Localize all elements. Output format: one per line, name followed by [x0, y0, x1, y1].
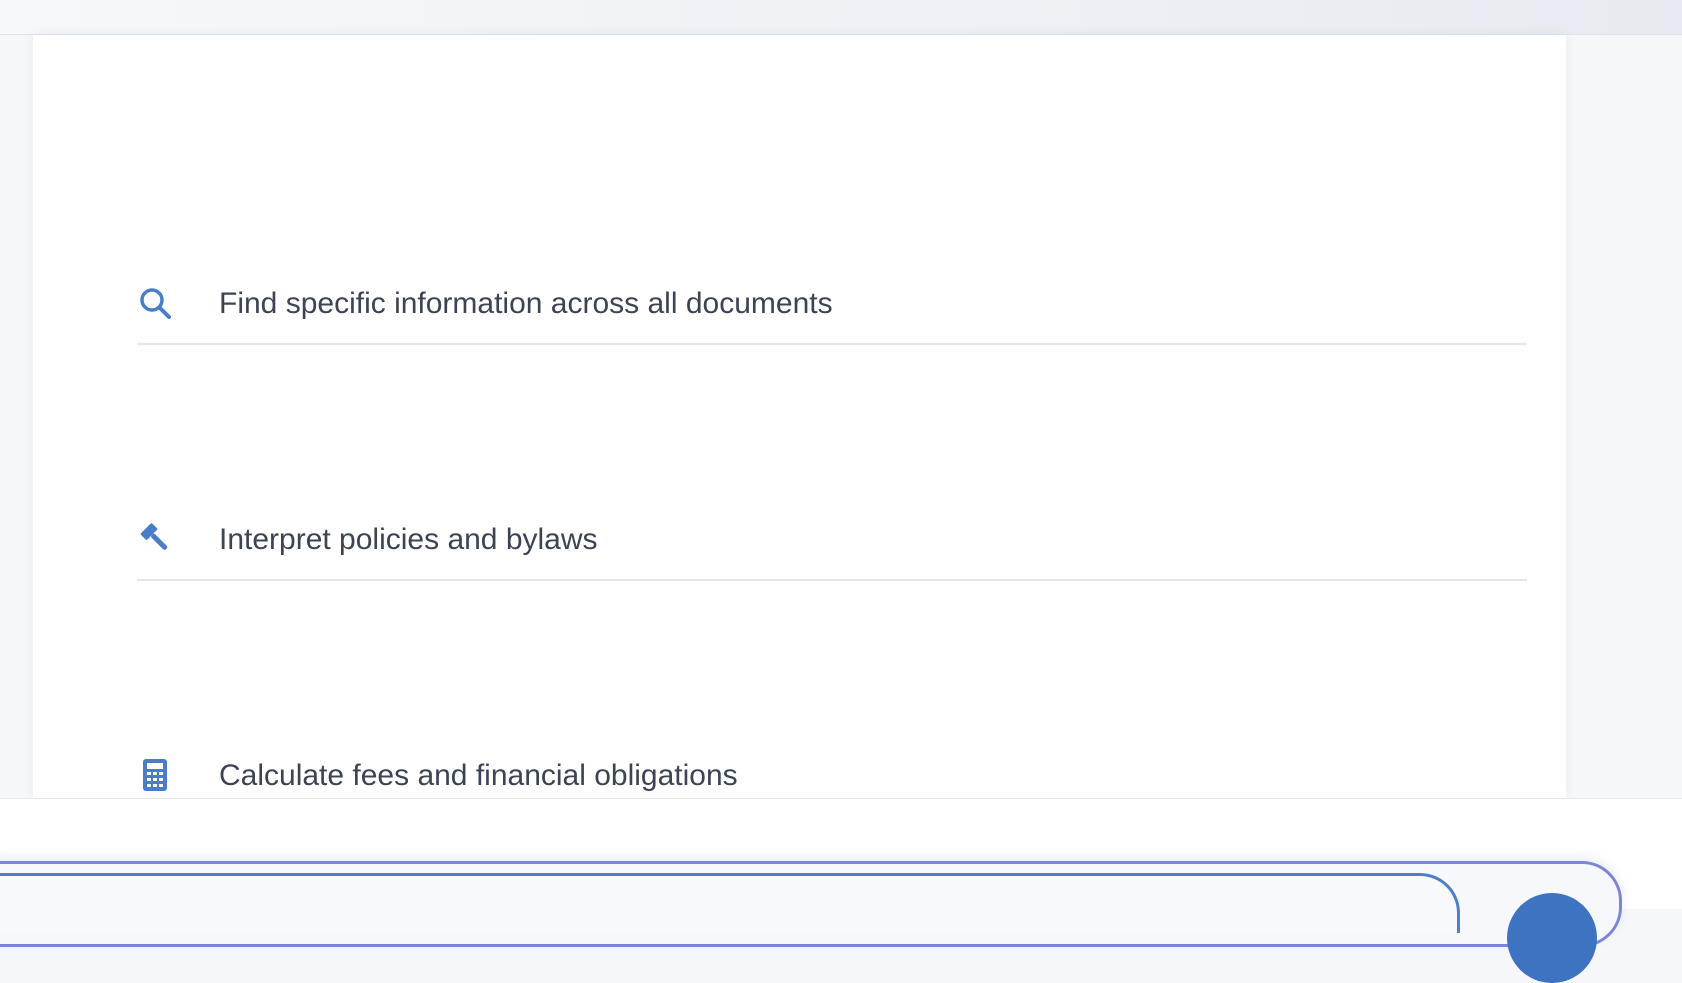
left-gutter — [0, 35, 33, 798]
send-button[interactable] — [1507, 893, 1597, 983]
message-input[interactable] — [0, 873, 1460, 933]
right-gutter — [1566, 35, 1682, 798]
feature-item-interpret: Interpret policies and bylaws — [137, 521, 1527, 581]
feature-label: Calculate fees and financial obligations — [219, 759, 738, 792]
feature-item-calculate: Calculate fees and financial obligations — [137, 757, 1527, 798]
gavel-icon — [137, 521, 173, 557]
top-bar — [0, 0, 1682, 35]
composer-panel — [0, 798, 1682, 947]
capabilities-card: Find specific information across all doc… — [33, 35, 1566, 798]
feature-label: Find specific information across all doc… — [219, 287, 833, 320]
feature-item-search: Find specific information across all doc… — [137, 285, 1527, 345]
feature-label: Interpret policies and bylaws — [219, 523, 598, 556]
calculator-icon — [137, 757, 173, 793]
search-icon — [137, 285, 173, 321]
